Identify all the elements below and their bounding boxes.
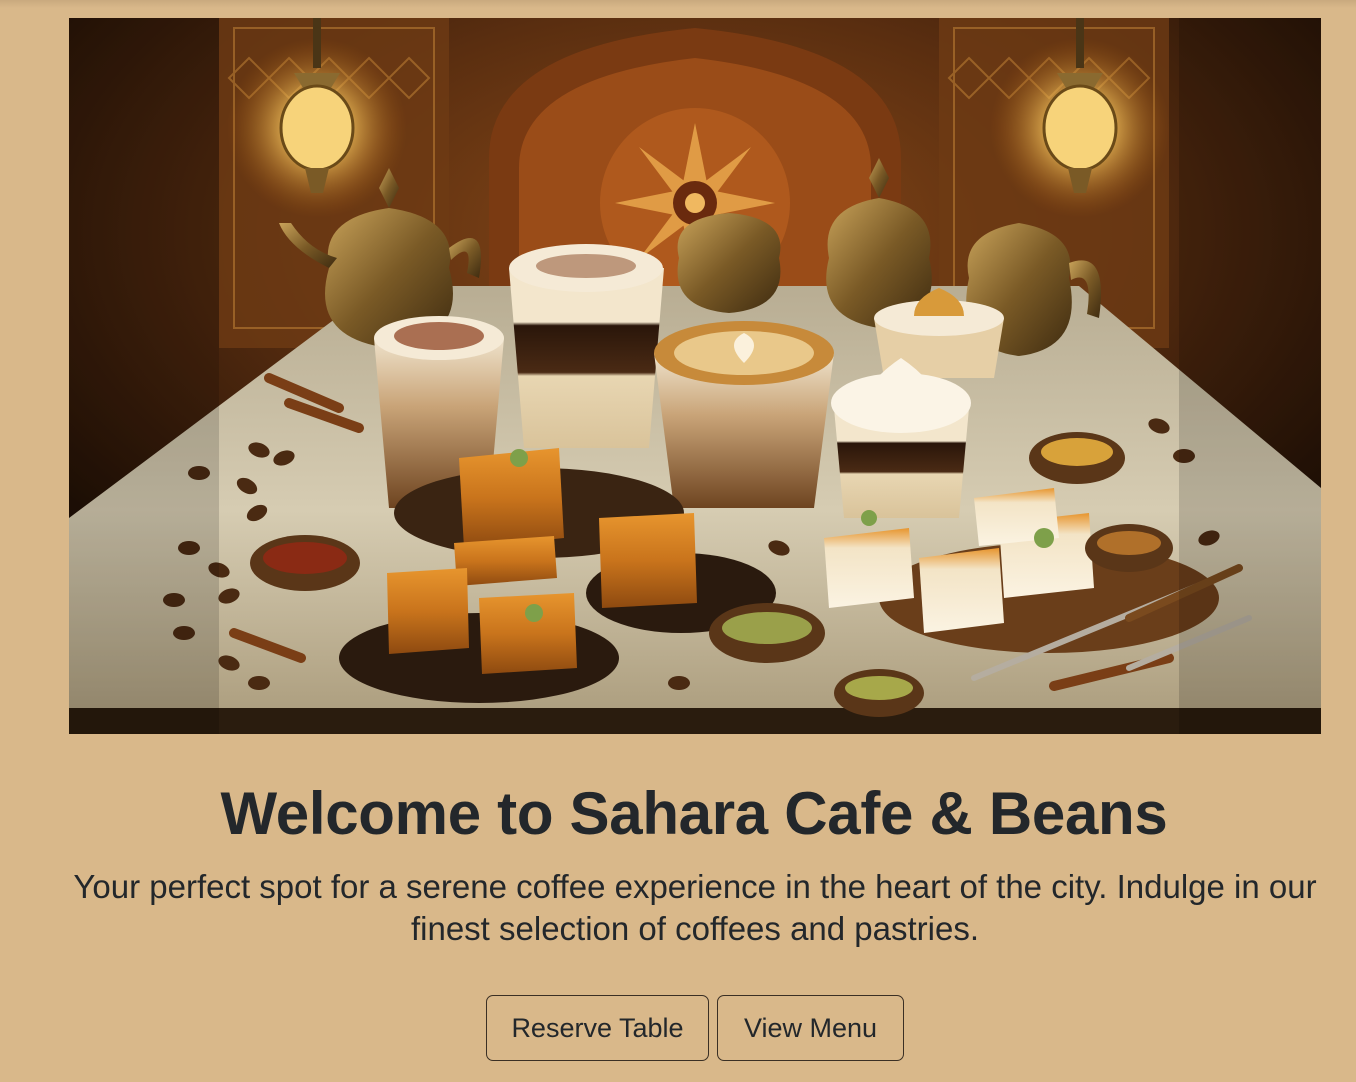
- hero-title: Welcome to Sahara Cafe & Beans: [220, 780, 1168, 847]
- hero-image: [69, 18, 1321, 734]
- hero-buttons: Reserve Table View Menu: [0, 995, 1356, 1061]
- top-shadow: [0, 0, 1356, 8]
- hero-subtitle: Your perfect spot for a serene coffee ex…: [73, 868, 1317, 947]
- reserve-table-button[interactable]: Reserve Table: [486, 995, 709, 1061]
- view-menu-button[interactable]: View Menu: [717, 995, 904, 1061]
